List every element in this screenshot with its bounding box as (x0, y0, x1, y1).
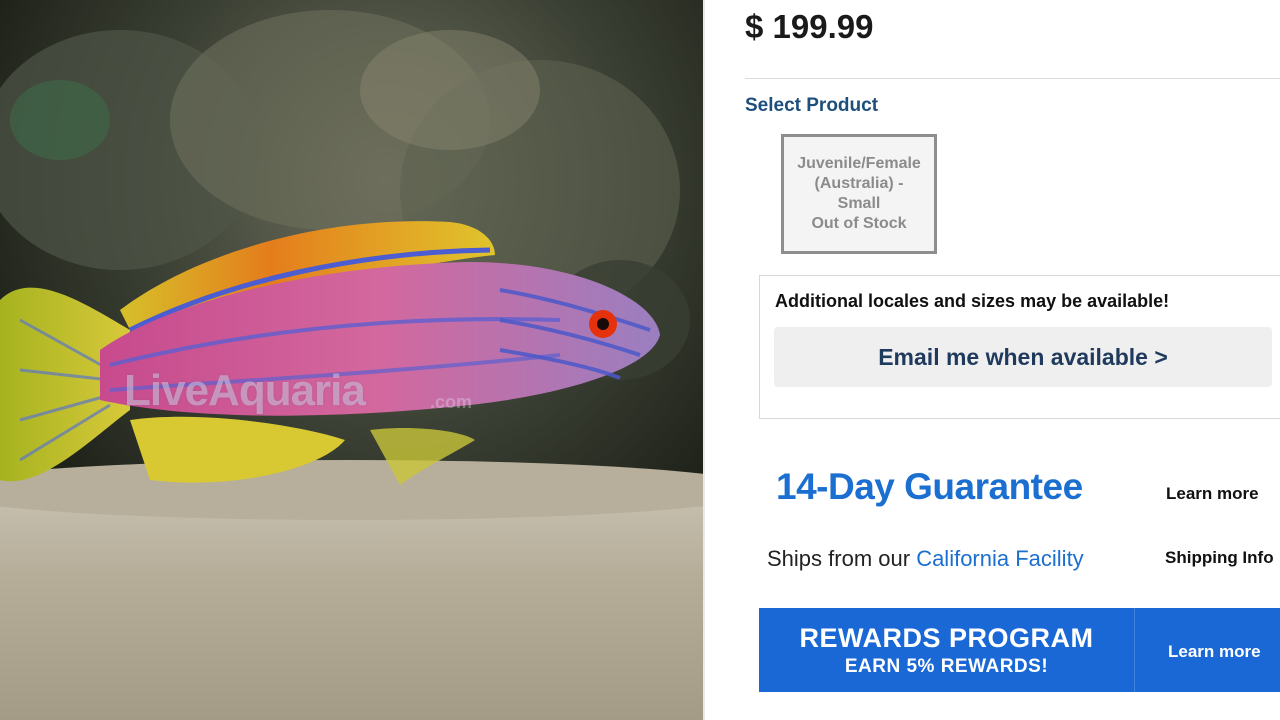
panel-divider (703, 0, 705, 720)
rewards-subtitle: EARN 5% REWARDS! (844, 655, 1049, 677)
variant-size-line: Small (837, 195, 881, 212)
photo-watermark: LiveAquaria (124, 366, 366, 415)
photo-watermark-suffix: .com (430, 392, 473, 412)
ships-from-prefix: Ships from our (767, 546, 911, 571)
california-facility-link[interactable]: California Facility (916, 546, 1084, 571)
rewards-separator (1134, 608, 1135, 692)
ships-from-text: Ships from our California Facility (767, 546, 1084, 572)
variant-stock-status: Out of Stock (811, 215, 907, 232)
product-image[interactable]: LiveAquaria .com (0, 0, 703, 720)
variant-locale-line: (Australia) - (814, 175, 904, 192)
guarantee-heading: 14-Day Guarantee (776, 466, 1083, 507)
email-when-available-button[interactable]: Email me when available > (774, 327, 1272, 387)
shipping-info-link[interactable]: Shipping Info (1165, 548, 1274, 568)
product-price: $ 199.99 (745, 8, 874, 45)
variant-option-juvenile-female-small[interactable]: Juvenile/Female (Australia) - Small Out … (781, 134, 937, 254)
rewards-title: REWARDS PROGRAM (799, 622, 1094, 653)
fish-photo-illustration (0, 0, 703, 720)
variant-name-line: Juvenile/Female (797, 155, 921, 172)
rewards-program-banner[interactable]: REWARDS PROGRAM EARN 5% REWARDS! Learn m… (759, 608, 1280, 692)
availability-notice-text: Additional locales and sizes may be avai… (775, 291, 1170, 311)
select-product-heading: Select Product (745, 95, 879, 116)
guarantee-learn-more-link[interactable]: Learn more (1166, 484, 1259, 504)
rewards-learn-more-link[interactable]: Learn more (1168, 642, 1261, 662)
price-divider (745, 78, 1280, 79)
rewards-text-block: REWARDS PROGRAM EARN 5% REWARDS! (759, 608, 1134, 692)
